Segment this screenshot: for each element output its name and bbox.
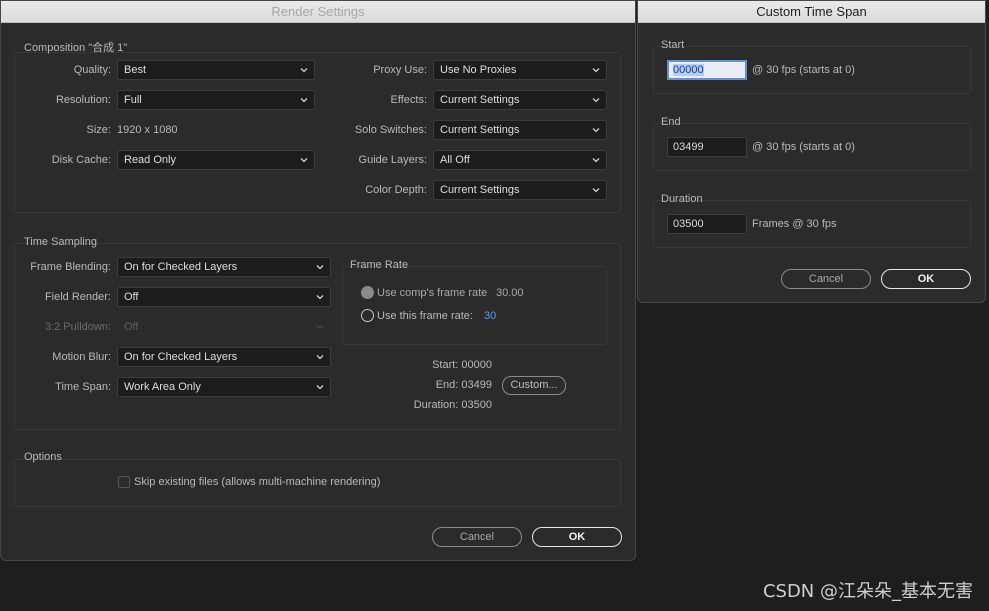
effects-label: Effects: <box>390 94 427 106</box>
use-this-frame-rate-radio[interactable] <box>361 309 374 322</box>
chevron-down-icon <box>592 128 600 133</box>
chevron-down-icon <box>592 188 600 193</box>
frame-rate-group <box>342 266 607 345</box>
disk-cache-label: Disk Cache: <box>51 154 111 166</box>
chevron-down-icon <box>592 68 600 73</box>
size-label: Size: <box>86 124 111 136</box>
field-render-label: Field Render: <box>44 291 111 303</box>
color-depth-label: Color Depth: <box>365 184 427 196</box>
comp-frame-rate-value: 30.00 <box>496 287 524 299</box>
time-duration: Duration: 03500 <box>413 399 492 411</box>
motion-blur-select[interactable]: On for Checked Layers <box>117 347 331 367</box>
ok-button[interactable]: OK <box>881 269 971 289</box>
resolution-label: Resolution: <box>55 94 111 106</box>
time-span-label: Time Span: <box>55 381 111 393</box>
guide-layers-select[interactable]: All Off <box>433 150 607 170</box>
window-title: Render Settings <box>1 1 635 23</box>
frame-rate-legend: Frame Rate <box>350 259 409 271</box>
proxy-use-select[interactable]: Use No Proxies <box>433 60 607 80</box>
motion-blur-label: Motion Blur: <box>52 351 111 363</box>
chevron-down-icon <box>592 158 600 163</box>
field-render-select[interactable]: Off <box>117 287 331 307</box>
end-time-input[interactable]: 03499 <box>667 137 747 157</box>
start-time-input[interactable]: 00000 <box>667 60 747 80</box>
pulldown-select: Off <box>117 317 331 337</box>
render-settings-dialog: Render Settings Composition "合成 1" Quali… <box>0 0 636 561</box>
frame-blending-label: Frame Blending: <box>30 261 111 273</box>
chevron-down-icon <box>592 98 600 103</box>
duration-fps-note: Frames @ 30 fps <box>752 218 837 230</box>
use-comp-frame-rate-radio[interactable] <box>361 286 374 299</box>
use-this-frame-rate-label: Use this frame rate: <box>377 310 473 322</box>
start-legend: Start <box>661 39 685 51</box>
start-fps-note: @ 30 fps (starts at 0) <box>752 64 855 76</box>
chevron-down-icon <box>316 295 324 300</box>
skip-existing-checkbox[interactable] <box>118 476 130 488</box>
duration-input[interactable]: 03500 <box>667 214 747 234</box>
effects-select[interactable]: Current Settings <box>433 90 607 110</box>
guide-layers-label: Guide Layers: <box>358 154 427 166</box>
proxy-use-label: Proxy Use: <box>373 64 427 76</box>
composition-legend: Composition "合成 1" <box>24 42 128 54</box>
duration-legend: Duration <box>661 193 703 205</box>
end-fps-note: @ 30 fps (starts at 0) <box>752 141 855 153</box>
pulldown-label: 3:2 Pulldown: <box>44 321 111 333</box>
time-sampling-legend: Time Sampling <box>24 236 97 248</box>
chevron-down-icon <box>316 355 324 360</box>
end-legend: End <box>661 116 681 128</box>
disk-cache-select[interactable]: Read Only <box>117 150 315 170</box>
size-value: 1920 x 1080 <box>117 124 178 136</box>
resolution-select[interactable]: Full <box>117 90 315 110</box>
cancel-button[interactable]: Cancel <box>781 269 871 289</box>
time-end: End: 03499 <box>435 379 492 391</box>
custom-time-span-button[interactable]: Custom... <box>502 376 566 395</box>
use-comp-frame-rate-label: Use comp's frame rate <box>377 287 488 299</box>
skip-existing-label: Skip existing files (allows multi-machin… <box>134 476 381 488</box>
frame-rate-value[interactable]: 30 <box>484 310 496 322</box>
custom-time-span-dialog: Custom Time Span Start 00000 @ 30 fps (s… <box>637 0 986 303</box>
chevron-down-icon <box>316 265 324 270</box>
options-legend: Options <box>24 451 62 463</box>
time-start: Start: 00000 <box>432 359 492 371</box>
chevron-down-icon <box>316 325 324 330</box>
chevron-down-icon <box>316 385 324 390</box>
cancel-button[interactable]: Cancel <box>432 527 522 547</box>
ok-button[interactable]: OK <box>532 527 622 547</box>
watermark-text: CSDN @江朵朵_基本无害 <box>762 581 973 602</box>
frame-blending-select[interactable]: On for Checked Layers <box>117 257 331 277</box>
window-title: Custom Time Span <box>638 1 985 23</box>
quality-select[interactable]: Best <box>117 60 315 80</box>
quality-label: Quality: <box>73 64 111 76</box>
color-depth-select[interactable]: Current Settings <box>433 180 607 200</box>
solo-switches-select[interactable]: Current Settings <box>433 120 607 140</box>
solo-switches-label: Solo Switches: <box>354 124 427 136</box>
time-span-select[interactable]: Work Area Only <box>117 377 331 397</box>
